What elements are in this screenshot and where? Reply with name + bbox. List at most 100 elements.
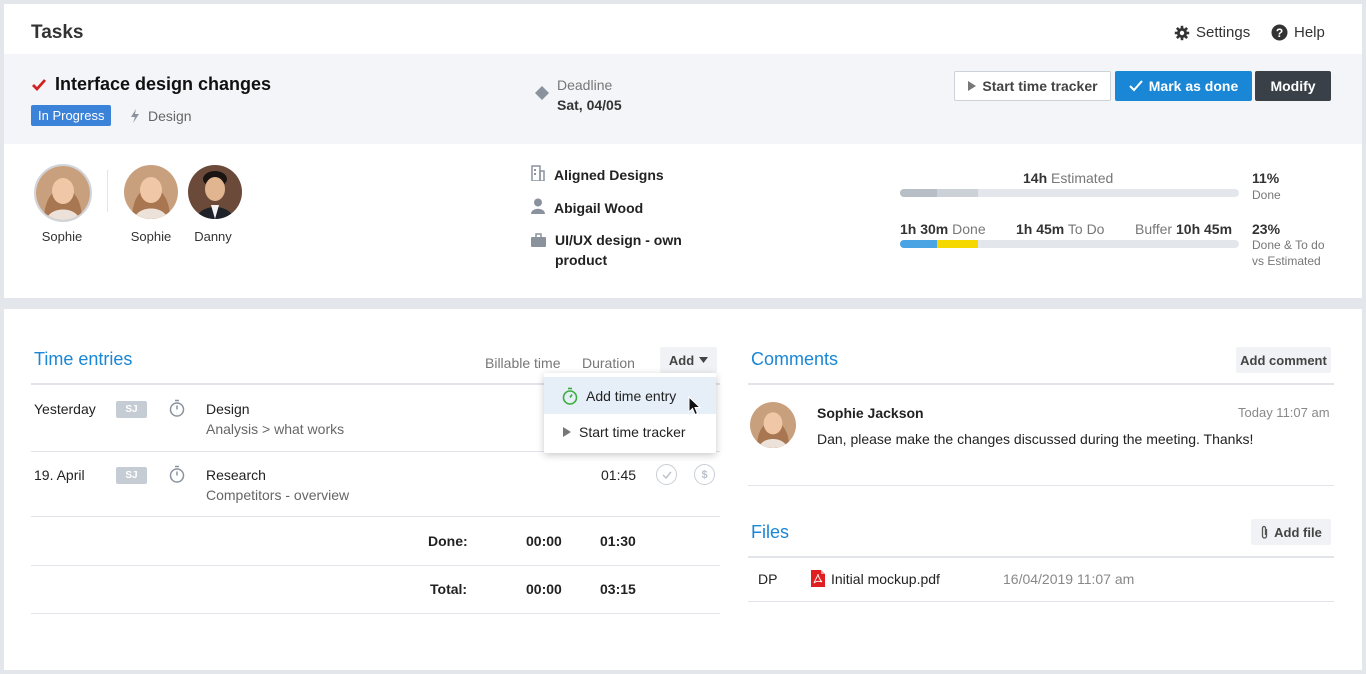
comments-header-divider [748, 383, 1334, 385]
summary-divider [31, 613, 720, 614]
avatar-owner[interactable] [34, 164, 92, 222]
settings-link[interactable]: Settings [1174, 24, 1250, 41]
play-icon [968, 81, 977, 91]
pdf-icon [811, 570, 825, 587]
estimated-stat: 14h Estimated [1023, 170, 1113, 186]
task-details-panel: Time entries Billable time Duration Add … [4, 309, 1362, 670]
estimated-bar-done [900, 189, 938, 197]
add-dropdown-button[interactable]: Add [660, 347, 717, 373]
help-link[interactable]: ? Help [1271, 24, 1325, 41]
estimated-progress-bar [900, 189, 1239, 197]
duration-column-header[interactable]: Duration [582, 355, 635, 371]
billable-toggle-button[interactable]: $ [694, 464, 715, 485]
todo-label: To Do [1067, 221, 1105, 237]
files-divider [748, 601, 1334, 602]
pct-total-value: 23% [1252, 221, 1281, 237]
avatar-assignee-sophie[interactable] [124, 165, 178, 219]
paperclip-icon [1262, 525, 1268, 539]
avatar-divider [107, 170, 108, 212]
check-icon [662, 471, 672, 479]
total-summary-billable: 00:00 [526, 581, 562, 597]
comments-title: Comments [751, 349, 839, 369]
total-summary-label: Total: [430, 581, 468, 597]
add-file-button[interactable]: Add file [1251, 519, 1331, 545]
contact-name: Abigail Wood [554, 200, 644, 216]
status-badge[interactable]: In Progress [31, 105, 112, 126]
pct-done-label: Done [1252, 188, 1281, 202]
entry-subtitle: Analysis > what works [206, 421, 345, 437]
avatar-assignee-name: Sophie [130, 229, 172, 244]
modify-button[interactable]: Modify [1255, 71, 1331, 101]
comment-text: Dan, please make the changes discussed d… [817, 431, 1254, 447]
mark-as-done-label: Mark as done [1148, 78, 1239, 94]
avatar-assignee-name: Danny [194, 229, 232, 244]
avatar-owner-name: Sophie [41, 229, 83, 244]
estimated-label: Estimated [1051, 170, 1114, 186]
add-comment-button[interactable]: Add comment [1236, 347, 1331, 373]
done-value: 1h 30m [900, 221, 949, 237]
avatar-assignee-danny[interactable] [188, 165, 242, 219]
pct-total-label: Done & To do vs Estimated [1252, 237, 1325, 269]
billable-time-column-header[interactable]: Billable time [485, 355, 560, 371]
entry-title: Research [206, 467, 266, 483]
approve-entry-button[interactable] [656, 464, 677, 485]
file-name-link[interactable]: Initial mockup.pdf [831, 571, 940, 587]
start-time-tracker-button[interactable]: Start time tracker [954, 71, 1111, 101]
dollar-icon: $ [701, 468, 708, 481]
file-uploader-initials: DP [758, 571, 778, 587]
entry-title: Design [206, 401, 250, 417]
todo-value: 1h 45m [1016, 221, 1065, 237]
mouse-cursor-icon [688, 396, 702, 416]
row-divider [31, 516, 720, 517]
time-entries-title: Time entries [34, 349, 133, 369]
avatar-woman-image [124, 165, 178, 219]
done-summary-label: Done: [428, 533, 468, 549]
done-stat: 1h 30m Done [900, 221, 986, 237]
comment-timestamp: Today 11:07 am [1238, 405, 1330, 420]
briefcase-icon [531, 233, 546, 247]
client-row: Aligned Designs [531, 165, 664, 185]
mark-as-done-button[interactable]: Mark as done [1115, 71, 1252, 101]
total-summary-duration: 03:15 [600, 581, 636, 597]
modify-label: Modify [1270, 78, 1316, 94]
buffer-label: Buffer [1135, 221, 1173, 237]
entry-subtitle: Competitors - overview [206, 487, 350, 503]
task-title: Interface design changes [31, 74, 271, 95]
building-icon [531, 165, 545, 181]
files-title: Files [751, 522, 790, 542]
entry-user-initials: SJ [116, 401, 147, 418]
comment-author: Sophie Jackson [817, 405, 924, 421]
deadline-label: Deadline [557, 77, 613, 93]
category-label: Design [148, 108, 192, 124]
avatar-man-image [188, 165, 242, 219]
stopwatch-icon [169, 399, 185, 417]
avatar-woman-image [36, 166, 90, 220]
start-time-tracker-menu-item[interactable]: Start time tracker [544, 413, 716, 450]
add-time-entry-label: Add time entry [586, 387, 677, 404]
done-summary-duration: 01:30 [600, 533, 636, 549]
comment-author-avatar[interactable] [750, 402, 796, 448]
deadline-value: Sat, 04/05 [557, 97, 622, 113]
pct-done-value: 11% [1252, 170, 1280, 186]
svg-text:?: ? [1276, 26, 1283, 40]
entry-date: 19. April [34, 467, 85, 483]
add-file-label: Add file [1274, 524, 1322, 540]
help-label: Help [1294, 24, 1325, 41]
play-icon [563, 426, 571, 437]
done-label: Done [952, 221, 986, 237]
done-bar-segment [900, 240, 938, 248]
settings-label: Settings [1196, 24, 1251, 41]
stopwatch-icon [169, 465, 185, 483]
summary-divider [31, 565, 720, 566]
files-header-divider [748, 556, 1334, 558]
bolt-icon [131, 109, 139, 123]
entry-duration: 01:45 [601, 467, 637, 483]
estimated-bar-todo [937, 189, 978, 197]
task-category: Design [130, 108, 192, 124]
project-row: UI/UX design - own product [531, 230, 682, 270]
avatar-woman-image [750, 402, 796, 448]
file-date: 16/04/2019 11:07 am [1003, 571, 1135, 587]
caret-down-icon [699, 357, 709, 363]
person-icon [531, 198, 545, 214]
todo-bar-segment [937, 240, 978, 248]
